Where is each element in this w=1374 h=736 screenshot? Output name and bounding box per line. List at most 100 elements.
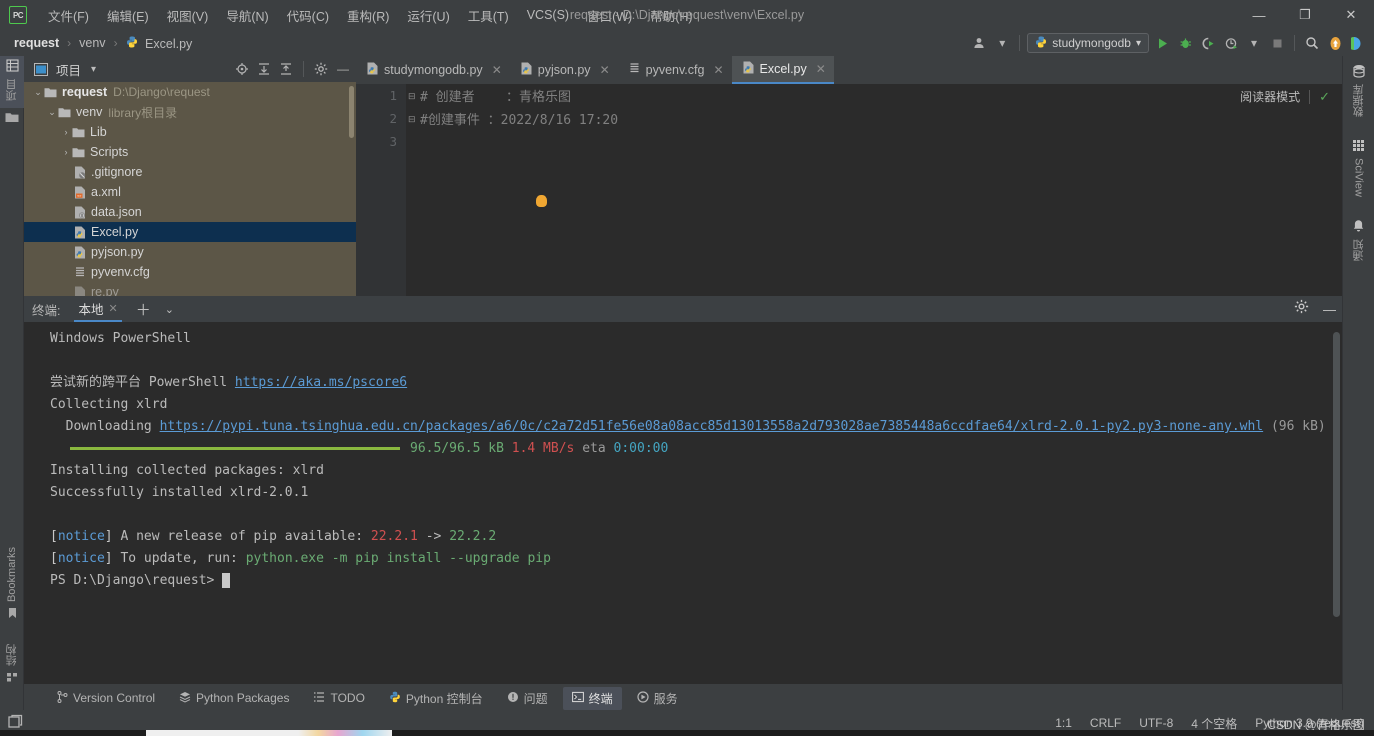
- notifications-stripe-button[interactable]: 通知: [1351, 219, 1367, 261]
- close-button[interactable]: ✕: [1328, 0, 1374, 30]
- hide-terminal-icon[interactable]: —: [1323, 302, 1336, 317]
- menu-tools[interactable]: 工具(T): [459, 2, 518, 29]
- tree-row-lib[interactable]: › Lib: [24, 122, 356, 142]
- profile-button[interactable]: [1221, 33, 1241, 53]
- chevron-right-icon[interactable]: ›: [60, 147, 72, 157]
- close-icon[interactable]: ✕: [492, 63, 502, 77]
- toolwindow-version-control[interactable]: Version Control: [48, 688, 164, 709]
- tree-row-pyvenv-cfg[interactable]: pyvenv.cfg: [24, 262, 356, 282]
- tree-row-request[interactable]: ⌄ request D:\Django\request: [24, 82, 356, 102]
- menu-view[interactable]: 视图(V): [158, 2, 218, 29]
- svg-text:{}: {}: [80, 213, 85, 218]
- project-tree-scrollbar[interactable]: [349, 86, 354, 138]
- tree-row-datajson[interactable]: {} data.json: [24, 202, 356, 222]
- tree-row-scripts[interactable]: › Scripts: [24, 142, 356, 162]
- database-stripe-button[interactable]: 数据库: [1351, 64, 1367, 117]
- tree-row-pyjson-py[interactable]: pyjson.py: [24, 242, 356, 262]
- menu-refactor[interactable]: 重构(R): [338, 2, 398, 29]
- hide-panel-icon[interactable]: —: [334, 60, 352, 78]
- tree-row-venv[interactable]: ⌄ venv library根目录: [24, 102, 356, 122]
- project-tree[interactable]: ⌄ request D:\Django\request ⌄ venv libra…: [24, 82, 356, 296]
- folder-stripe-icon[interactable]: [5, 110, 19, 128]
- download-url[interactable]: https://pypi.tuna.tsinghua.edu.cn/packag…: [160, 419, 1264, 434]
- tab-studymongodb-py[interactable]: studymongodb.py ✕: [356, 56, 510, 84]
- close-icon[interactable]: ✕: [713, 63, 723, 77]
- code-lines[interactable]: # 创建者 ：青格乐图 #创建事件 ：2022/8/16 17:20: [406, 84, 1342, 296]
- toolwindow-services[interactable]: 服务: [628, 687, 687, 710]
- close-icon[interactable]: ✕: [109, 302, 118, 315]
- bookmarks-stripe-button[interactable]: Bookmarks: [0, 547, 24, 624]
- project-panel-dropdown-icon[interactable]: ▾: [91, 64, 96, 75]
- close-icon[interactable]: ✕: [600, 63, 610, 77]
- tab-pyjson-py[interactable]: pyjson.py ✕: [510, 56, 618, 84]
- breadcrumb-folder[interactable]: venv: [75, 35, 109, 51]
- sciview-stripe-button[interactable]: SciView: [1352, 139, 1365, 197]
- gear-icon[interactable]: [1294, 299, 1309, 319]
- toolwindow-python-packages[interactable]: Python Packages: [170, 688, 298, 709]
- account-icon[interactable]: [969, 33, 989, 53]
- menu-window[interactable]: 窗口(W): [578, 2, 641, 29]
- tree-row-excel-py[interactable]: Excel.py: [24, 222, 356, 242]
- tab-excel-py[interactable]: Excel.py ✕: [731, 56, 834, 84]
- ide-settings-icon[interactable]: [1348, 33, 1368, 53]
- project-stripe-button[interactable]: 项目: [0, 56, 24, 108]
- close-icon[interactable]: ✕: [816, 62, 826, 76]
- python-interpreter[interactable]: Python 3.9 (request) CSDN @青格乐图: [1255, 716, 1365, 732]
- menu-edit[interactable]: 编辑(E): [98, 2, 158, 29]
- expand-all-icon[interactable]: [255, 60, 273, 78]
- maximize-restore-button[interactable]: ❐: [1282, 0, 1328, 30]
- terminal-tab-local[interactable]: 本地 ✕: [74, 296, 122, 322]
- menu-navigate[interactable]: 导航(N): [217, 2, 277, 29]
- reader-mode-indicator[interactable]: 阅读器模式 ✓: [1240, 88, 1330, 105]
- update-available-icon[interactable]: [1325, 33, 1345, 53]
- indent-setting[interactable]: 4 个空格: [1191, 715, 1237, 732]
- debug-button[interactable]: [1175, 33, 1195, 53]
- terminal-output[interactable]: Windows PowerShell 尝试新的跨平台 PowerShell ht…: [24, 322, 1342, 684]
- menu-code[interactable]: 代码(C): [278, 2, 338, 29]
- breadcrumb-file[interactable]: Excel.py: [122, 35, 197, 52]
- tree-row-partial[interactable]: re.py: [24, 282, 356, 296]
- breadcrumb-project[interactable]: request: [10, 35, 63, 51]
- menu-file[interactable]: 文件(F): [39, 2, 98, 29]
- search-everywhere-icon[interactable]: [1302, 33, 1322, 53]
- chevron-down-icon[interactable]: ⌄: [46, 107, 58, 118]
- chevron-down-icon[interactable]: ⌄: [32, 87, 44, 98]
- terminal-scrollbar[interactable]: [1333, 332, 1340, 617]
- minimize-button[interactable]: —: [1236, 0, 1282, 30]
- structure-stripe-button[interactable]: 结构: [0, 644, 24, 688]
- run-button[interactable]: [1152, 33, 1172, 53]
- chevron-right-icon[interactable]: ›: [60, 127, 72, 137]
- menu-run[interactable]: 运行(U): [398, 2, 458, 29]
- locate-file-icon[interactable]: [233, 60, 251, 78]
- tab-pyvenv-cfg[interactable]: pyvenv.cfg ✕: [618, 56, 732, 84]
- tree-row-axml[interactable]: <> a.xml: [24, 182, 356, 202]
- run-configuration-selector[interactable]: studymongodb ▾: [1027, 33, 1149, 53]
- gear-icon[interactable]: [312, 60, 330, 78]
- chevron-down-icon[interactable]: ⌄: [165, 303, 174, 316]
- intention-bulb-icon[interactable]: [536, 195, 547, 207]
- tree-row-gitignore[interactable]: .gitignore: [24, 162, 356, 182]
- menu-help[interactable]: 帮助(H): [641, 2, 701, 29]
- terminal-title: 终端:: [32, 303, 61, 318]
- collapse-all-icon[interactable]: [277, 60, 295, 78]
- toolwindow-python-console[interactable]: Python 控制台: [380, 687, 492, 710]
- new-terminal-icon[interactable]: ＋: [136, 299, 151, 320]
- run-with-coverage-button[interactable]: [1198, 33, 1218, 53]
- code-editor[interactable]: 1 2 3 ⊟ ⊟ # 创建者 ：青格乐图 #创建事件 ：2022/8/16 1…: [356, 84, 1342, 296]
- terminal-prompt[interactable]: PS D:\Django\request>: [28, 570, 1338, 592]
- file-encoding[interactable]: UTF-8: [1139, 716, 1173, 730]
- pscore-link[interactable]: https://aka.ms/pscore6: [235, 375, 407, 390]
- python-icon: [74, 226, 86, 239]
- profile-dropdown-icon[interactable]: ▾: [1244, 33, 1264, 53]
- menu-vcs[interactable]: VCS(S): [518, 4, 578, 26]
- inspection-ok-icon[interactable]: ✓: [1319, 89, 1330, 105]
- toolwindow-terminal[interactable]: 终端: [562, 686, 622, 710]
- account-dropdown-icon[interactable]: ▾: [992, 33, 1012, 53]
- toolwindow-todo[interactable]: TODO: [304, 688, 373, 709]
- database-stripe-label: 数据库: [1352, 84, 1365, 117]
- toolwindow-problems[interactable]: 问题: [498, 687, 557, 710]
- line-separator[interactable]: CRLF: [1090, 716, 1121, 730]
- caret-position[interactable]: 1:1: [1055, 716, 1072, 730]
- python-file-icon: [126, 36, 141, 51]
- download-size: (96 kB): [1263, 419, 1326, 434]
